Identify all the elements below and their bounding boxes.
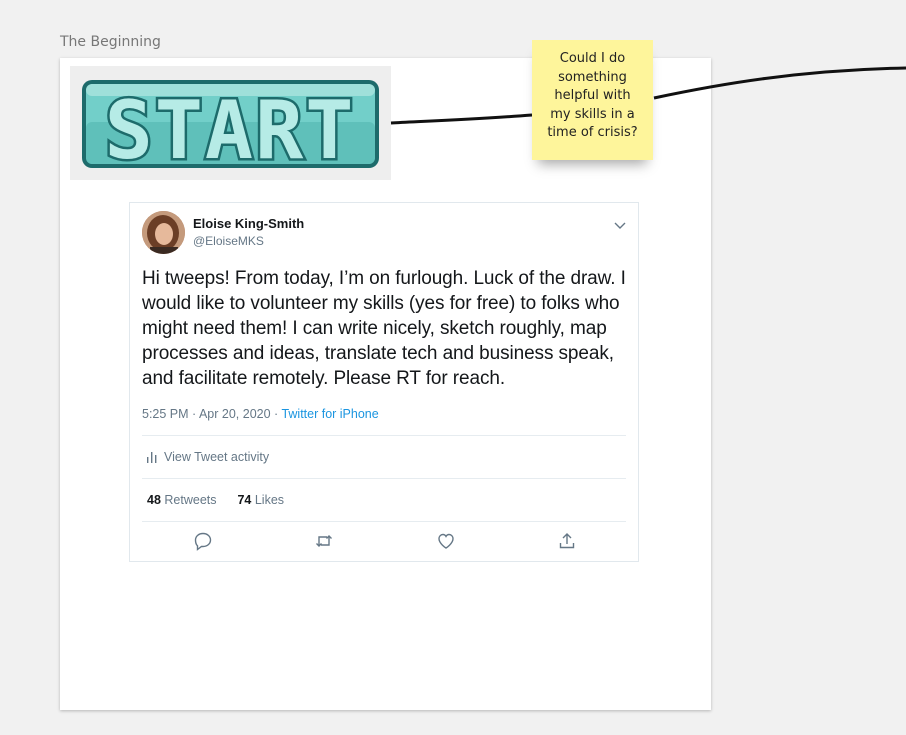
sticky-line: Could I do xyxy=(559,51,626,66)
tweet-timestamp[interactable]: 5:25 PM · Apr 20, 2020 · xyxy=(142,407,281,421)
view-activity-link[interactable]: View Tweet activity xyxy=(146,450,269,464)
tweet-actions xyxy=(130,531,638,555)
retweet-icon[interactable] xyxy=(314,531,336,553)
author-name[interactable]: Eloise King-Smith xyxy=(193,216,304,231)
like-icon[interactable] xyxy=(436,531,458,553)
chevron-down-icon[interactable] xyxy=(614,217,626,235)
avatar-photo xyxy=(142,211,185,254)
avatar[interactable] xyxy=(142,211,185,254)
divider xyxy=(142,478,626,479)
connector-start-to-note xyxy=(390,113,533,125)
sticky-line: time of crisis? xyxy=(547,125,638,140)
divider xyxy=(142,521,626,522)
like-count: 74 xyxy=(237,493,252,507)
sticky-line: something xyxy=(558,69,627,85)
author-handle[interactable]: @EloiseMKS xyxy=(193,234,264,248)
retweet-count: 48 xyxy=(147,493,161,507)
share-icon[interactable] xyxy=(557,531,579,553)
connector-note-offscreen xyxy=(653,66,906,100)
sticky-note[interactable]: Could I do something helpful with my ski… xyxy=(532,40,653,160)
retweets-label: Retweets xyxy=(164,493,217,507)
activity-label: View Tweet activity xyxy=(164,450,270,464)
activity-icon xyxy=(147,452,157,463)
divider xyxy=(142,435,626,436)
likes-label: Likes xyxy=(254,493,285,507)
tweet-card[interactable]: Eloise King-Smith @EloiseMKS Hi tweeps! … xyxy=(129,202,639,562)
tweet-text: Hi tweeps! From today, I’m on furlough. … xyxy=(142,268,626,389)
retweets-stat[interactable]: 48 Retweets xyxy=(147,493,217,507)
reply-icon[interactable] xyxy=(193,531,215,553)
tweet-meta: 5:25 PM · Apr 20, 2020 · Twitter for iPh… xyxy=(142,407,379,421)
sticky-line: helpful with xyxy=(554,88,631,103)
tweet-source-link[interactable]: Twitter for iPhone xyxy=(281,407,378,421)
likes-stat[interactable]: 74 Likes xyxy=(237,493,284,507)
sticky-line: my skills in a xyxy=(550,106,635,122)
tweet-stats: 48 Retweets 74 Likes xyxy=(147,493,284,507)
